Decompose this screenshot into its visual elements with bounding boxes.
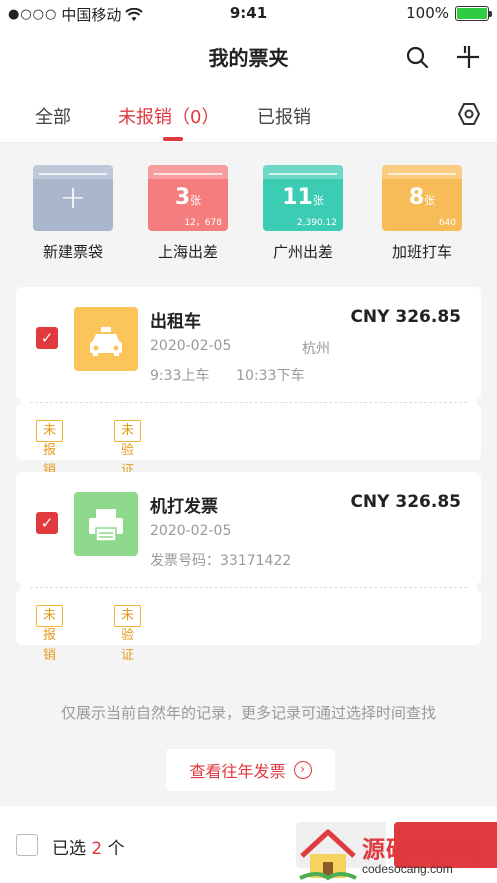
folder-new[interactable]: + 新建票袋 <box>33 165 113 262</box>
watermark-url: codesocang.com <box>362 862 453 876</box>
folder-overtime-taxi[interactable]: 8张 640 加班打车 <box>382 165 462 262</box>
selected-count-text: 已选 2 个 <box>52 839 125 859</box>
folder-guangzhou[interactable]: 11张 2,390.12 广州出差 <box>263 165 343 262</box>
folder-new-body: + <box>33 165 113 231</box>
watermark: 源码搜藏网 codesocang.com <box>296 826 497 883</box>
tab-bar: 全部 未报销（0） 已报销 <box>0 85 497 143</box>
status-bar: ●○○○ 中国移动 9:41 100% <box>0 0 497 27</box>
tab-active-indicator <box>163 137 183 141</box>
card-title: 出租车 <box>150 312 201 332</box>
card-notch <box>476 582 486 592</box>
selected-count: 2 <box>91 839 103 859</box>
card-invoice-number: 发票号码：33171422 <box>150 553 292 569</box>
select-all-checkbox[interactable] <box>16 834 38 856</box>
chevron-right-icon: › <box>293 761 312 779</box>
footer-note: 仅展示当前自然年的记录，更多记录可通过选择时间查找 <box>60 704 436 722</box>
invoice-card-taxi[interactable]: ✓ 出租车 CNY 326.85 2020-02-05 杭州 9:33上车 10… <box>11 287 486 478</box>
folder-amount: 12，678 <box>184 218 222 228</box>
folder-amount: 2,390.12 <box>296 218 337 228</box>
settings-icon[interactable] <box>457 102 481 126</box>
battery-percent: 100% <box>406 4 449 22</box>
card-price: CNY 326.85 <box>350 492 461 512</box>
card-notch <box>11 397 21 407</box>
folder-count: 8张 <box>408 185 436 210</box>
card-title: 机打发票 <box>150 497 218 517</box>
status-badge-unreimbursed: 未报销 <box>36 420 64 478</box>
tab-unreimbursed[interactable]: 未报销（0） <box>118 103 219 129</box>
card-divider <box>30 587 467 588</box>
folder-body: 8张 640 <box>382 165 462 231</box>
battery-icon <box>455 5 492 21</box>
folder-label: 上海出差 <box>157 243 218 261</box>
folder-shanghai[interactable]: 3张 12，678 上海出差 <box>148 165 228 262</box>
folder-list: + 新建票袋 3张 12，678 上海出差 11张 2,390.12 广州出差 … <box>0 165 497 265</box>
house-logo-icon <box>299 829 357 881</box>
battery-group: 100% <box>406 4 492 22</box>
card-notch <box>11 582 21 592</box>
tab-reimbursed[interactable]: 已报销 <box>257 103 311 129</box>
history-button-label: 查看往年发票 <box>189 762 286 781</box>
folder-count: 3张 <box>174 185 202 210</box>
printer-icon <box>74 492 138 556</box>
status-badge-unverified: 未验证 <box>114 605 142 663</box>
card-date: 2020-02-05 <box>150 338 232 354</box>
folder-label: 广州出差 <box>272 243 333 261</box>
status-badge-unverified: 未验证 <box>114 420 142 478</box>
status-badge-unreimbursed: 未报销 <box>36 605 64 663</box>
plus-icon: + <box>59 178 87 216</box>
folder-label: 加班打车 <box>391 243 452 261</box>
card-notch <box>476 397 486 407</box>
taxi-icon <box>74 307 138 371</box>
card-times: 9:33上车 10:33下车 <box>150 368 305 384</box>
folder-label: 新建票袋 <box>42 243 103 261</box>
plus-icon[interactable] <box>455 43 481 69</box>
view-past-invoices-button[interactable]: 查看往年发票 › <box>166 749 335 791</box>
card-price: CNY 326.85 <box>350 307 461 327</box>
folder-body: 3张 12，678 <box>148 165 228 231</box>
card-checkbox[interactable]: ✓ <box>36 327 58 349</box>
nav-bar: 我的票夹 <box>0 27 497 85</box>
folder-amount: 640 <box>438 218 456 228</box>
folder-body: 11张 2,390.12 <box>263 165 343 231</box>
invoice-card-printed[interactable]: ✓ 机打发票 CNY 326.85 2020-02-05 发票号码：331714… <box>11 472 486 663</box>
card-divider <box>30 402 467 403</box>
card-checkbox[interactable]: ✓ <box>36 512 58 534</box>
card-city: 杭州 <box>302 341 330 357</box>
search-icon[interactable] <box>405 45 429 69</box>
watermark-title: 源码搜藏网 <box>362 837 482 863</box>
folder-count: 11张 <box>282 185 324 210</box>
tab-all[interactable]: 全部 <box>35 103 71 129</box>
card-date: 2020-02-05 <box>150 523 232 539</box>
